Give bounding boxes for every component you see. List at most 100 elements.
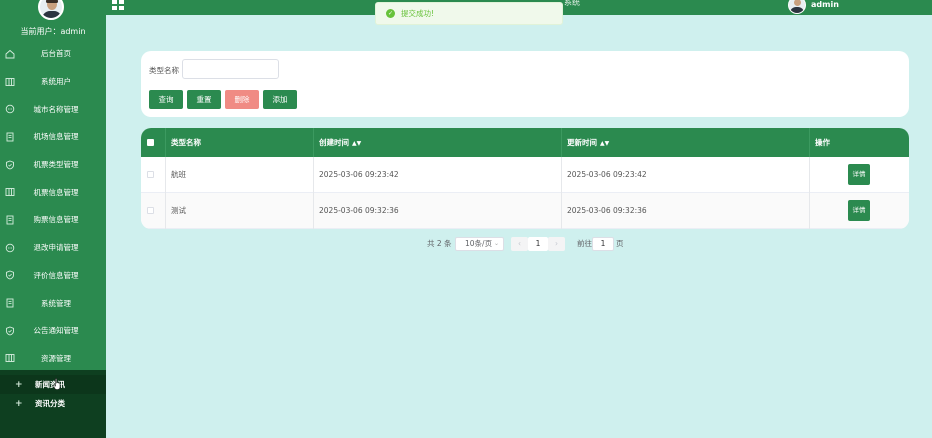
plus-icon: + <box>15 398 23 409</box>
column-header-type-name: 类型名称 <box>171 138 201 147</box>
chevron-right-icon: › <box>555 239 558 248</box>
detail-button[interactable]: 详情 <box>848 200 870 221</box>
detail-button[interactable]: 详情 <box>848 164 870 185</box>
search-panel: 类型名称 查询 重置 删除 添加 <box>141 51 909 117</box>
sidebar-item-label: 资源管理 <box>41 353 71 363</box>
column-header-label: 创建时间 <box>319 138 349 147</box>
delete-button[interactable]: 删除 <box>225 90 259 109</box>
sidebar-item-label: 退改申请管理 <box>33 243 79 253</box>
sidebar-item-purchase[interactable]: 购票信息管理 <box>0 206 106 234</box>
system-title: 系统 <box>564 0 580 7</box>
sidebar-user: 当前用户：admin <box>0 0 106 40</box>
column-divider <box>809 128 810 157</box>
add-button[interactable]: 添加 <box>263 90 297 109</box>
check-circle-icon: ✓ <box>386 9 395 18</box>
next-page-button[interactable]: › <box>548 237 565 251</box>
sidebar-item-label: 购票信息管理 <box>33 215 79 225</box>
sidebar-item-label: 机票类型管理 <box>33 160 79 170</box>
submenu-item-news-category[interactable]: + 资讯分类 <box>0 394 106 413</box>
column-divider <box>561 128 562 157</box>
goto-page-input[interactable]: 1 <box>592 237 614 251</box>
sort-icon[interactable]: ▲▼ <box>352 140 361 147</box>
cell-type-name: 航班 <box>171 170 186 179</box>
query-button[interactable]: 查询 <box>149 90 183 109</box>
avatar[interactable] <box>38 0 64 20</box>
row-checkbox[interactable] <box>147 171 154 178</box>
home-icon <box>5 49 15 59</box>
page-suffix-label: 页 <box>616 239 624 248</box>
sidebar-item-label: 机场信息管理 <box>33 132 79 142</box>
column-divider <box>313 128 314 157</box>
shield-icon <box>5 160 15 170</box>
reset-button[interactable]: 重置 <box>187 90 221 109</box>
pagination-total: 共 2 条 <box>427 239 452 248</box>
sidebar-item-label: 系统用户 <box>41 77 71 87</box>
sidebar-item-label: 评价信息管理 <box>33 270 79 280</box>
row-checkbox[interactable] <box>147 207 154 214</box>
type-name-label: 类型名称 <box>149 66 179 75</box>
submenu-item-label: 资讯分类 <box>35 399 65 408</box>
chat-icon <box>5 243 15 253</box>
current-user-label: 当前用户： <box>20 27 61 36</box>
data-table: 类型名称 创建时间 ▲▼ 更新时间 ▲▼ 操作 航班 2025-03-06 09:2… <box>141 128 909 229</box>
sidebar: 当前用户：admin 后台首页 系统用户 城市名称管理 机场信息管理 机票类型管… <box>0 0 106 438</box>
table-row: 航班 2025-03-06 09:23:42 2025-03-06 09:23:… <box>141 157 909 193</box>
shield-icon <box>5 326 15 336</box>
columns-icon <box>5 353 15 363</box>
cell-created: 2025-03-06 09:32:36 <box>319 206 399 215</box>
column-header-created[interactable]: 创建时间 ▲▼ <box>319 128 361 157</box>
current-user-name: admin <box>60 27 86 36</box>
sidebar-item-ticket-type[interactable]: 机票类型管理 <box>0 151 106 179</box>
avatar[interactable] <box>788 0 806 14</box>
column-divider <box>561 157 562 229</box>
sidebar-item-system-users[interactable]: 系统用户 <box>0 68 106 96</box>
sidebar-item-airport[interactable]: 机场信息管理 <box>0 123 106 151</box>
columns-icon <box>5 77 15 87</box>
grid-menu-icon[interactable] <box>112 0 124 10</box>
column-header-label: 更新时间 <box>567 138 597 147</box>
sidebar-item-home[interactable]: 后台首页 <box>0 40 106 68</box>
prev-page-button[interactable]: ‹ <box>511 237 528 251</box>
sidebar-item-label: 机票信息管理 <box>33 187 79 197</box>
top-username[interactable]: admin <box>811 0 839 9</box>
columns-icon <box>5 187 15 197</box>
sidebar-item-city[interactable]: 城市名称管理 <box>0 95 106 123</box>
table-header: 类型名称 创建时间 ▲▼ 更新时间 ▲▼ 操作 <box>141 128 909 157</box>
column-divider <box>165 128 166 157</box>
plus-icon: + <box>15 379 23 390</box>
sidebar-item-label: 公告通知管理 <box>33 326 79 336</box>
cell-type-name: 测试 <box>171 206 186 215</box>
sidebar-item-notice[interactable]: 公告通知管理 <box>0 317 106 345</box>
sidebar-item-system[interactable]: 系统管理 <box>0 289 106 317</box>
cell-updated: 2025-03-06 09:32:36 <box>567 206 647 215</box>
select-all-checkbox[interactable] <box>147 139 154 146</box>
cell-updated: 2025-03-06 09:23:42 <box>567 170 647 179</box>
sidebar-item-ticket-info[interactable]: 机票信息管理 <box>0 178 106 206</box>
toast-message: 提交成功! <box>401 9 435 18</box>
column-divider <box>165 157 166 229</box>
chat-icon <box>5 104 15 114</box>
goto-label: 前往 <box>577 239 592 248</box>
chevron-down-icon: ⌄ <box>493 240 499 247</box>
page-number-current[interactable]: 1 <box>528 237 548 251</box>
column-divider <box>313 157 314 229</box>
document-icon <box>5 215 15 225</box>
type-name-input[interactable] <box>182 59 279 79</box>
column-header-updated[interactable]: 更新时间 ▲▼ <box>567 128 609 157</box>
hand-cursor-icon <box>53 378 61 390</box>
sidebar-item-review[interactable]: 评价信息管理 <box>0 262 106 290</box>
column-header-actions: 操作 <box>815 138 830 147</box>
document-icon <box>5 132 15 142</box>
shield-icon <box>5 270 15 280</box>
sidebar-item-resources[interactable]: 资源管理 <box>0 345 106 373</box>
sidebar-item-refund[interactable]: 退改申请管理 <box>0 234 106 262</box>
current-user-line: 当前用户：admin <box>0 26 106 37</box>
table-row: 测试 2025-03-06 09:32:36 2025-03-06 09:32:… <box>141 193 909 229</box>
page-size-value: 10条/页 <box>465 239 493 248</box>
document-icon <box>5 298 15 308</box>
chevron-left-icon: ‹ <box>518 239 521 248</box>
sidebar-item-label: 城市名称管理 <box>33 104 79 114</box>
sort-icon[interactable]: ▲▼ <box>600 140 609 147</box>
cell-created: 2025-03-06 09:23:42 <box>319 170 399 179</box>
page-size-select[interactable]: 10条/页 ⌄ <box>455 237 504 251</box>
